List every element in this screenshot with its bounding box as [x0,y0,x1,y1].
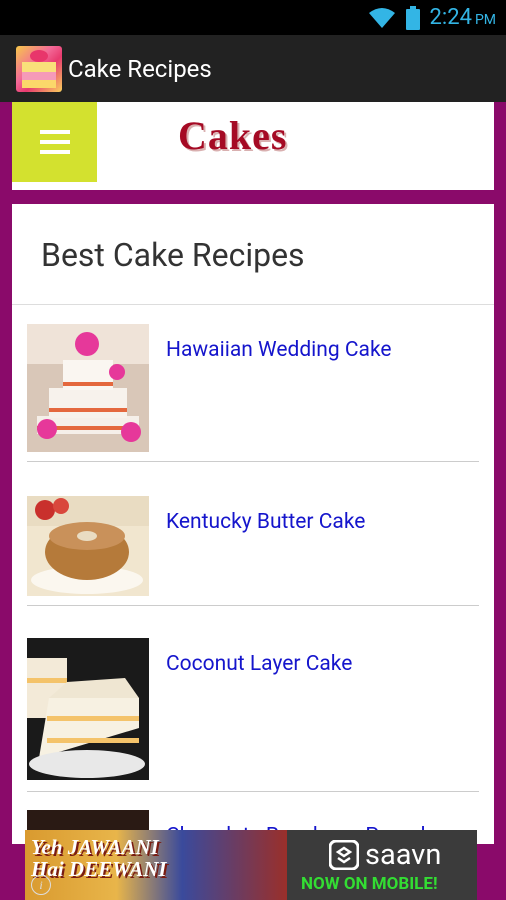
divider [27,605,479,606]
list-item[interactable]: Kentucky Butter Cake [27,496,479,606]
action-bar: Cake Recipes [0,35,506,102]
recipe-thumbnail[interactable] [27,638,149,780]
ad-saavn[interactable]: saavn NOW ON MOBILE! [287,830,477,900]
saavn-logo: saavn [329,838,441,872]
wifi-icon [368,7,395,28]
recipe-title[interactable]: Hawaiian Wedding Cake [166,338,392,362]
site-logo[interactable]: Cakes [178,112,287,159]
divider [12,304,494,305]
ad-movie-poster[interactable]: Yeh JAWAANI Hai DEEWANI i [25,830,287,900]
recipe-title[interactable]: Kentucky Butter Cake [166,510,365,534]
recipe-title[interactable]: Coconut Layer Cake [166,652,352,676]
ad-banner[interactable]: Yeh JAWAANI Hai DEEWANI i saavn NOW ON M… [25,830,477,900]
divider [27,791,479,792]
list-item[interactable]: Coconut Layer Cake [27,638,479,798]
recipe-thumbnail[interactable] [27,324,149,452]
status-bar: 2:24 PM [0,0,506,35]
battery-icon [405,5,420,30]
app-title: Cake Recipes [68,54,212,83]
hamburger-icon [39,130,70,154]
recipe-list-card: Best Cake Recipes Hawaiian Wedding Cake … [12,204,494,850]
ad-movie-title: Yeh JAWAANI Hai DEEWANI [31,835,167,881]
divider [27,461,479,462]
list-title: Best Cake Recipes [41,236,305,274]
recipe-thumbnail[interactable] [27,496,149,596]
list-item[interactable]: Hawaiian Wedding Cake [27,324,479,462]
ad-info-icon[interactable]: i [31,875,51,895]
content-area: Cakes Best Cake Recipes Hawaiian Wedding… [0,102,506,850]
app-icon[interactable] [16,45,62,92]
ad-tagline: NOW ON MOBILE! [301,874,438,894]
site-header: Cakes [12,102,494,190]
menu-button[interactable] [12,102,97,182]
clock: 2:24 PM [429,5,496,30]
saavn-icon [329,840,359,870]
